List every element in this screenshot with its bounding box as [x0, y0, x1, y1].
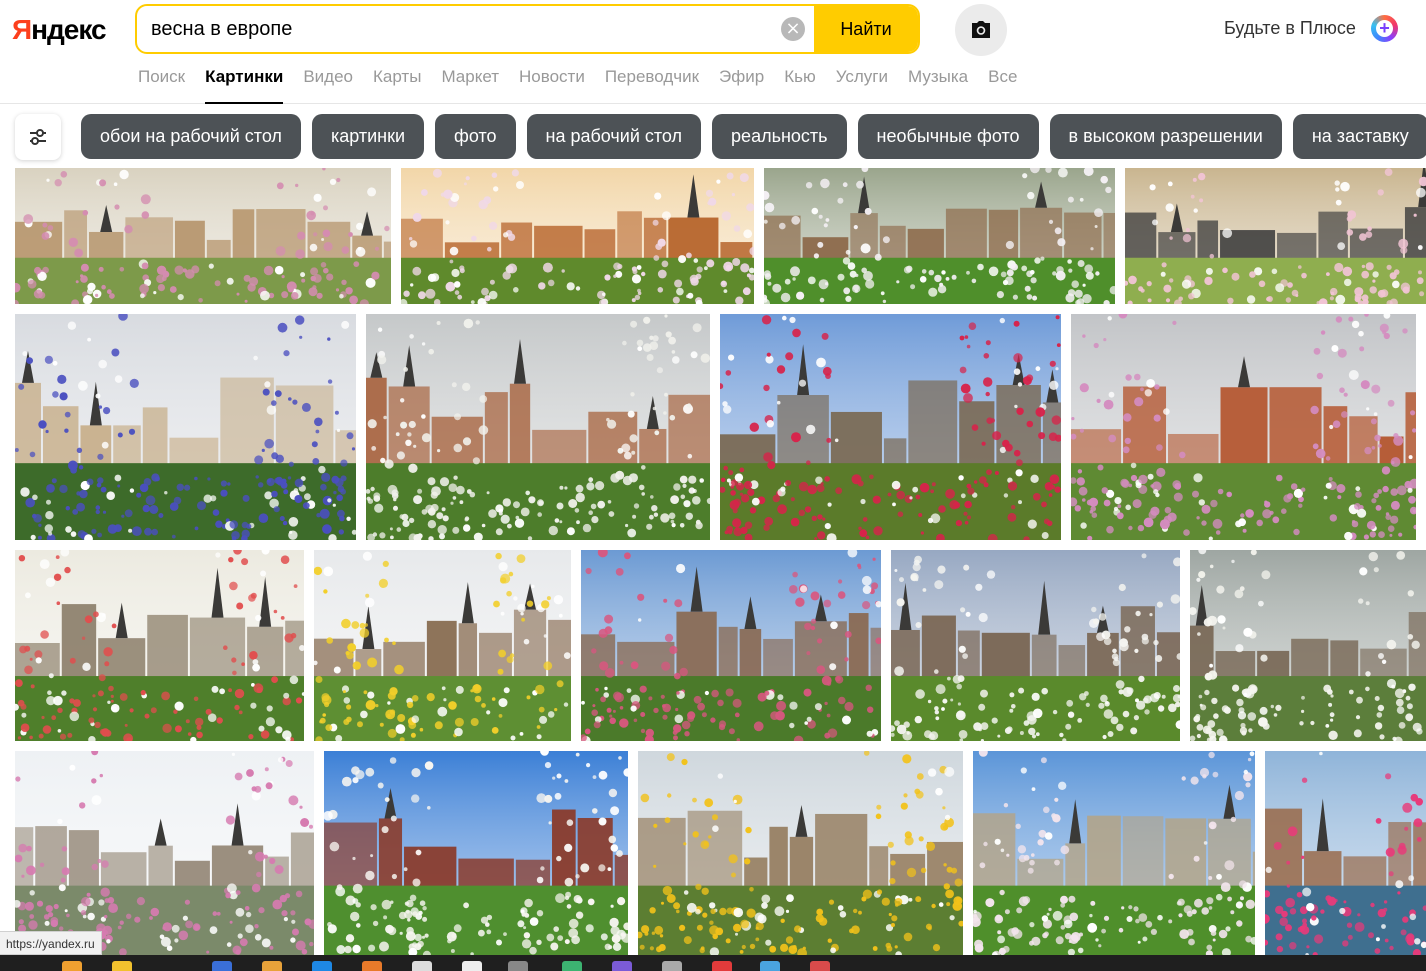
nav-tab[interactable]: Услуги [826, 66, 898, 104]
header: Яндекс × Найти Будьте в Плюсе + ПоискКар… [0, 0, 1426, 104]
image-result[interactable] [1190, 550, 1426, 741]
image-result[interactable] [366, 314, 710, 540]
clear-search-icon[interactable]: × [781, 17, 805, 41]
image-thumbnail [581, 550, 881, 741]
image-thumbnail [366, 314, 710, 540]
nav-tab[interactable]: Карты [363, 66, 431, 104]
taskbar-app-icon[interactable] [412, 961, 432, 971]
suggestion-chips-bar: обои на рабочий стол картинки фото на рабоч… [0, 104, 1426, 168]
taskbar-app-icon[interactable] [612, 961, 632, 971]
image-result[interactable] [973, 751, 1255, 955]
image-result[interactable] [15, 550, 304, 741]
taskbar-app-icon[interactable] [312, 961, 332, 971]
image-result[interactable] [1071, 314, 1416, 540]
image-result[interactable] [15, 168, 391, 304]
image-thumbnail [720, 314, 1061, 540]
nav-tab[interactable]: Переводчик [595, 66, 709, 104]
yandex-logo[interactable]: Яндекс [12, 14, 107, 46]
image-result[interactable] [314, 550, 571, 741]
taskbar-app-icon[interactable] [62, 961, 82, 971]
image-thumbnail [15, 550, 304, 741]
os-taskbar [0, 955, 1426, 971]
chips-list: обои на рабочий стол картинки фото на рабоч… [81, 114, 1426, 159]
image-thumbnail [314, 550, 571, 741]
image-thumbnail [1265, 751, 1426, 955]
nav-tab[interactable]: Кью [774, 66, 826, 104]
taskbar-app-icon[interactable] [562, 961, 582, 971]
image-result[interactable] [401, 168, 754, 304]
taskbar-app-icon[interactable] [712, 961, 732, 971]
nav-tab[interactable]: Картинки [195, 66, 293, 104]
suggestion-chip[interactable]: реальность [712, 114, 847, 159]
image-result[interactable] [720, 314, 1061, 540]
taskbar-app-icon[interactable] [760, 961, 780, 971]
image-result[interactable] [764, 168, 1115, 304]
taskbar-app-icon[interactable] [662, 961, 682, 971]
nav-tab[interactable]: Поиск [138, 66, 195, 104]
image-thumbnail [15, 168, 391, 304]
suggestion-chip[interactable]: на рабочий стол [526, 114, 702, 159]
suggestion-chip[interactable]: фото [435, 114, 516, 159]
image-thumbnail [638, 751, 963, 955]
image-result[interactable] [891, 550, 1180, 741]
camera-icon [972, 21, 990, 38]
image-thumbnail [891, 550, 1180, 741]
image-result[interactable] [638, 751, 963, 955]
taskbar-app-icon[interactable] [112, 961, 132, 971]
camera-search-button[interactable] [955, 4, 1007, 56]
nav-tab[interactable]: Эфир [709, 66, 774, 104]
logo-first-letter: Я [12, 14, 32, 45]
nav-tab[interactable]: Маркет [431, 66, 509, 104]
suggestion-chip[interactable]: необычные фото [857, 114, 1039, 159]
image-thumbnail [764, 168, 1115, 304]
suggestion-chip[interactable]: в высоком разрешении [1049, 114, 1282, 159]
logo-rest: ндекс [31, 14, 106, 45]
sliders-icon [30, 129, 46, 145]
image-thumbnail [324, 751, 628, 955]
image-result[interactable] [1265, 751, 1426, 955]
suggestion-chip[interactable]: на заставку [1292, 114, 1426, 159]
image-result[interactable] [581, 550, 881, 741]
image-thumbnail [1071, 314, 1416, 540]
taskbar-app-icon[interactable] [212, 961, 232, 971]
nav-tab[interactable]: Все [978, 66, 1027, 104]
image-result[interactable] [1125, 168, 1426, 304]
image-thumbnail [973, 751, 1255, 955]
taskbar-app-icon[interactable] [362, 961, 382, 971]
image-thumbnail [1125, 168, 1426, 304]
filters-button[interactable] [15, 114, 61, 160]
image-thumbnail [15, 751, 314, 955]
search-box: × Найти [135, 4, 920, 54]
search-input[interactable] [151, 6, 771, 52]
service-nav: Поиск Картинки Видео Карты Маркет Новости Пере… [138, 66, 1027, 104]
image-result[interactable] [15, 314, 356, 540]
plus-icon[interactable]: + [1371, 15, 1398, 42]
taskbar-app-icon[interactable] [262, 961, 282, 971]
find-button[interactable]: Найти [814, 6, 918, 52]
nav-tab[interactable]: Музыка [898, 66, 978, 104]
image-result[interactable] [324, 751, 628, 955]
taskbar-app-icon[interactable] [810, 961, 830, 971]
suggestion-chip[interactable]: обои на рабочий стол [81, 114, 301, 159]
yandex-images-page: обои на рабочий стол картинки фото на рабоч… [0, 0, 1426, 971]
status-bar-url: https://yandex.ru [0, 931, 102, 955]
plus-glyph: + [1379, 18, 1390, 38]
image-thumbnail [401, 168, 754, 304]
taskbar-app-icon[interactable] [462, 961, 482, 971]
nav-tab[interactable]: Видео [293, 66, 363, 104]
plus-promo-link[interactable]: Будьте в Плюсе [1224, 18, 1356, 39]
image-thumbnail [1190, 550, 1426, 741]
suggestion-chip[interactable]: картинки [311, 114, 425, 159]
image-thumbnail [15, 314, 356, 540]
taskbar-app-icon[interactable] [508, 961, 528, 971]
nav-tab[interactable]: Новости [509, 66, 595, 104]
image-result[interactable] [15, 751, 314, 955]
